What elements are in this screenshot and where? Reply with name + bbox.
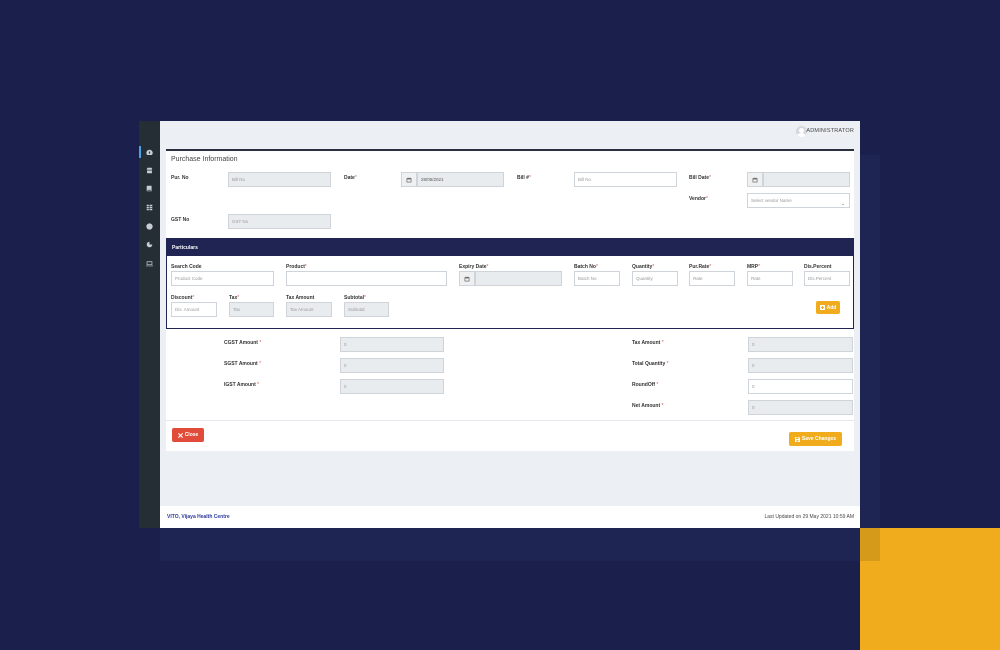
sgst-input[interactable]: 0 <box>340 358 444 373</box>
batch-no-input[interactable]: Batch No <box>574 271 620 286</box>
roundoff-input[interactable]: 0 <box>748 379 853 394</box>
date-label: Date* <box>344 175 357 181</box>
particulars-section: Particulars Search Code Product Code Pro… <box>166 238 854 329</box>
bill-no-label: Bill #* <box>517 175 531 181</box>
divider <box>166 420 854 421</box>
pur-rate-input[interactable]: Rate <box>689 271 735 286</box>
tax-input[interactable]: Tax <box>229 302 274 317</box>
total-quantity-label: Total Quantity * <box>632 361 669 367</box>
app-window: ADMINISTRATOR Purchase Information Pur. … <box>139 121 860 528</box>
gst-no-label: GST No <box>171 217 190 223</box>
tax-amount-total-input[interactable]: 0 <box>748 337 853 352</box>
book-icon[interactable] <box>145 184 154 193</box>
last-updated-text: Last Updated on 29 May 2021 10:59 AM <box>764 514 854 520</box>
plus-square-icon <box>819 305 825 310</box>
vendor-select[interactable]: Select vendor Name ⌄ <box>747 193 850 208</box>
background-accent <box>860 528 1000 650</box>
bill-date-input[interactable] <box>763 172 850 187</box>
background-shape <box>160 528 860 561</box>
monitor-icon[interactable] <box>145 259 154 268</box>
mrp-input[interactable]: Rate <box>747 271 793 286</box>
dis-percent-label: Dis.Percent <box>804 264 832 270</box>
expiry-date-label: Expiry Date* <box>459 264 489 270</box>
discount-input[interactable]: Dis. Amount <box>171 302 217 317</box>
vendor-label: Vendor* <box>689 196 708 202</box>
gst-no-input[interactable]: GST No <box>228 214 331 229</box>
search-code-label: Search Code <box>171 264 202 270</box>
close-icon <box>177 432 183 438</box>
footer-brand-link[interactable]: VITO, Vijaya Health Centre <box>167 514 230 520</box>
add-button[interactable]: Add <box>816 301 840 314</box>
igst-label: IGST Amount * <box>224 382 260 388</box>
close-button[interactable]: Close <box>172 428 204 442</box>
alert-icon[interactable] <box>145 222 154 231</box>
discount-label: Discount* <box>171 295 195 301</box>
product-input[interactable] <box>286 271 447 286</box>
user-avatar-icon[interactable] <box>796 126 807 137</box>
particulars-header: Particulars <box>167 239 853 256</box>
cgst-input[interactable]: 0 <box>340 337 444 352</box>
quantity-input[interactable]: Quantity <box>632 271 678 286</box>
cgst-label: CGST Amount * <box>224 340 262 346</box>
pur-rate-label: Pur.Rate* <box>689 264 712 270</box>
footer: VITO, Vijaya Health Centre Last Updated … <box>160 506 860 528</box>
save-changes-button[interactable]: Save Changes <box>789 432 842 446</box>
search-code-input[interactable]: Product Code <box>171 271 274 286</box>
date-input[interactable]: 28/05/2021 <box>417 172 504 187</box>
bill-date-label: Bill Date* <box>689 175 711 181</box>
expiry-date-input[interactable] <box>475 271 562 286</box>
subtotal-input[interactable]: Subtotal <box>344 302 389 317</box>
batch-no-label: Batch No* <box>574 264 598 270</box>
save-icon <box>794 436 800 442</box>
tax-amount-label: Tax Amount <box>286 295 315 301</box>
product-label: Product* <box>286 264 307 270</box>
store-icon[interactable] <box>145 166 154 175</box>
sidebar-active-indicator <box>139 146 141 158</box>
pur-no-label: Pur. No <box>171 175 189 181</box>
mrp-label: MRP* <box>747 264 761 270</box>
net-amount-label: Net Amount * <box>632 403 664 409</box>
tax-amount-total-label: Tax Amount * <box>632 340 664 346</box>
dashboard-icon[interactable] <box>145 148 154 157</box>
sgst-label: SGST Amount * <box>224 361 262 367</box>
chart-icon[interactable] <box>145 240 154 249</box>
subtotal-label: Subtotal* <box>344 295 366 301</box>
user-name[interactable]: ADMINISTRATOR <box>806 128 854 134</box>
bill-no-input[interactable]: Bill No <box>574 172 677 187</box>
tax-amount-input[interactable]: Tax Amount <box>286 302 332 317</box>
background-shape <box>860 155 880 561</box>
calendar-icon[interactable] <box>747 172 763 187</box>
net-amount-input[interactable]: 0 <box>748 400 853 415</box>
grid-icon[interactable] <box>145 203 154 212</box>
particulars-title: Particulars <box>172 245 198 251</box>
igst-input[interactable]: 0 <box>340 379 444 394</box>
purchase-form-panel: Purchase Information Pur. No Bill No Dat… <box>166 149 854 451</box>
tax-label: Tax* <box>229 295 240 301</box>
panel-title: Purchase Information <box>171 156 238 163</box>
top-bar: ADMINISTRATOR <box>160 121 860 143</box>
total-quantity-input[interactable]: 0 <box>748 358 853 373</box>
background-accent <box>860 528 880 561</box>
roundoff-label: RoundOff * <box>632 382 659 388</box>
sidebar <box>139 121 160 528</box>
quantity-label: Quantity* <box>632 264 655 270</box>
calendar-icon[interactable] <box>459 271 475 286</box>
chevron-down-icon: ⌄ <box>840 201 845 207</box>
dis-percent-input[interactable]: Dis.Percent <box>804 271 850 286</box>
calendar-icon[interactable] <box>401 172 417 187</box>
pur-no-input[interactable]: Bill No <box>228 172 331 187</box>
